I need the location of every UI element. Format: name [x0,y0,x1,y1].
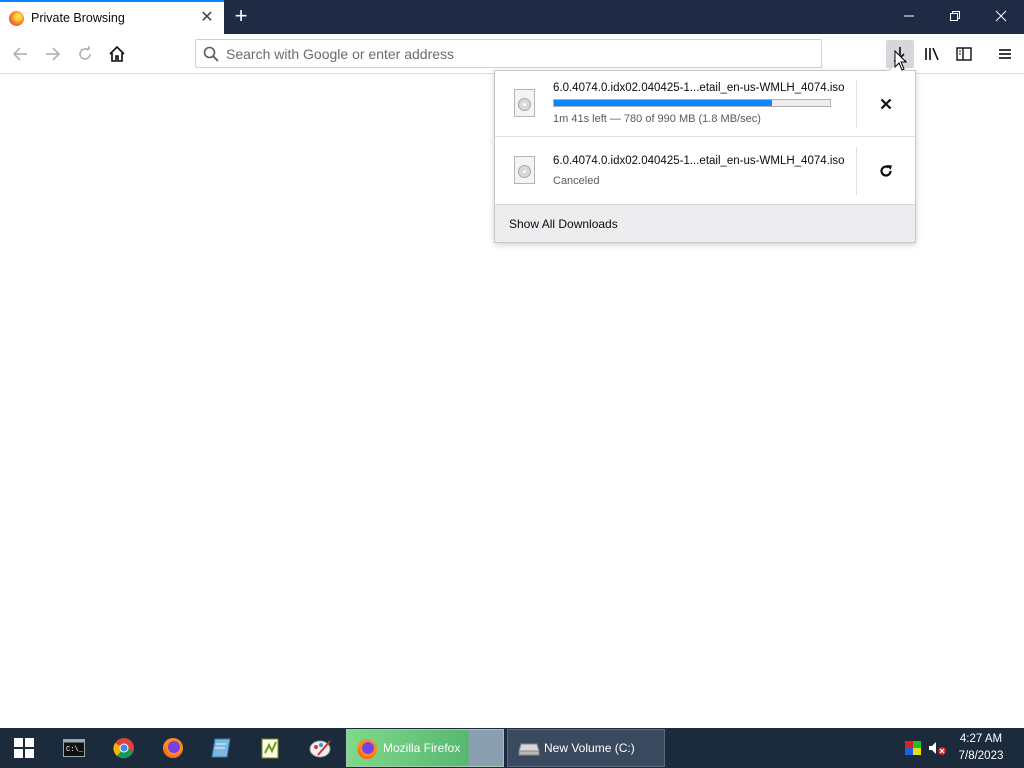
forward-button[interactable] [39,40,67,68]
taskbar: C:\_ Mozilla Firefox New Volume (C:) 4:2… [0,728,1024,768]
notepad-plus-taskbar-button[interactable] [246,728,294,768]
notepad-taskbar-button[interactable] [197,728,245,768]
paint-taskbar-button[interactable] [296,728,344,768]
color-tray-icon[interactable] [902,728,924,768]
show-all-downloads-label: Show All Downloads [509,217,618,231]
back-button[interactable] [6,40,34,68]
downloads-panel: 6.0.4074.0.idx02.040425-1...etail_en-us-… [494,61,916,243]
drive-icon [518,742,540,759]
library-icon [925,47,939,61]
download-status: 1m 41s left — 780 of 990 MB (1.8 MB/sec) [553,113,761,125]
hamburger-menu-icon [999,49,1011,59]
new-tab-button[interactable]: + [230,4,252,28]
tab-strip: Private Browsing ✕ + [0,0,1024,34]
taskbar-clock[interactable]: 4:27 AM 7/8/2023 [946,731,1016,765]
firefox-icon [356,738,378,763]
download-progress-bar [553,99,831,107]
search-icon [203,46,219,65]
disc-image-file-icon [514,156,535,184]
color-palette-icon [905,741,921,755]
show-all-downloads-button[interactable]: Show All Downloads [495,204,915,242]
sidebar-button[interactable] [950,40,978,68]
firefox-icon [9,11,24,26]
arrow-right-icon [46,47,61,61]
chrome-icon [113,738,134,759]
arrow-left-icon [12,47,27,61]
chrome-taskbar-button[interactable] [100,728,148,768]
url-bar[interactable] [195,39,822,68]
close-icon [995,10,1007,22]
navigation-toolbar [0,34,1024,74]
menu-button[interactable] [991,40,1019,68]
close-window-button[interactable] [978,0,1024,32]
volume-muted-button[interactable] [926,728,948,768]
minimize-icon [904,15,914,17]
terminal-taskbar-button[interactable]: C:\_ [50,728,98,768]
new-volume-window-button[interactable]: New Volume (C:) [507,729,665,767]
start-button[interactable] [0,728,48,768]
download-filename: 6.0.4074.0.idx02.040425-1...etail_en-us-… [553,155,845,167]
reload-button[interactable] [71,40,99,68]
start-icon [14,738,34,758]
tab-close-button[interactable]: ✕ [198,9,216,27]
retry-icon [880,165,892,177]
download-status: Canceled [553,175,600,187]
restore-button[interactable] [932,0,978,32]
library-button[interactable] [918,40,946,68]
minimize-button[interactable] [886,0,932,32]
home-button[interactable] [103,40,131,68]
firefox-window-button[interactable]: Mozilla Firefox [346,729,504,767]
tab-private-browsing[interactable]: Private Browsing ✕ [0,0,224,34]
volume-muted-icon [929,742,946,755]
clock-date: 7/8/2023 [958,750,1004,762]
cancel-icon [880,98,892,110]
firefox-taskbar-button[interactable] [149,728,197,768]
download-progress-fill [554,100,773,106]
paint-icon [309,740,331,758]
tab-title: Private Browsing [31,11,125,25]
download-filename: 6.0.4074.0.idx02.040425-1...etail_en-us-… [553,82,845,94]
disc-image-file-icon [514,89,535,117]
notepad-plus-icon [261,738,279,759]
download-item[interactable]: 6.0.4074.0.idx02.040425-1...etail_en-us-… [495,138,915,204]
terminal-icon: C:\_ [63,739,85,757]
download-item[interactable]: 6.0.4074.0.idx02.040425-1...etail_en-us-… [495,71,915,137]
firefox-window-label: Mozilla Firefox [383,741,461,755]
clock-time: 4:27 AM [959,733,1003,745]
home-icon [109,45,125,62]
new-volume-window-label: New Volume (C:) [544,741,635,755]
mouse-cursor-icon [894,49,908,75]
reload-icon [79,46,91,60]
firefox-icon [163,738,183,758]
url-input[interactable] [226,44,806,64]
sidebar-icon [956,47,972,61]
notepad-icon [211,738,231,758]
svg-text:C:\_: C:\_ [66,746,84,754]
restore-icon [950,11,960,21]
retry-download-button[interactable] [857,138,915,204]
cancel-download-button[interactable] [857,71,915,137]
